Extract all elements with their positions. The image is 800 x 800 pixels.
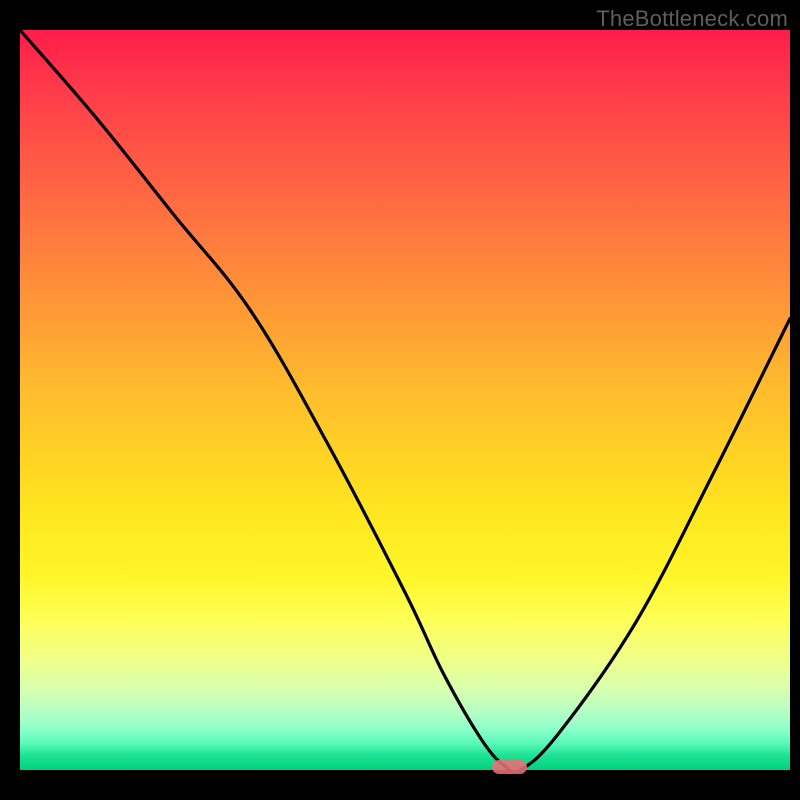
bottleneck-curve: [20, 30, 790, 770]
plot-area: [20, 30, 790, 770]
chart-frame: TheBottleneck.com: [0, 0, 800, 800]
curve-path: [20, 30, 790, 770]
optimum-marker: [492, 760, 527, 774]
watermark-text: TheBottleneck.com: [596, 6, 788, 32]
